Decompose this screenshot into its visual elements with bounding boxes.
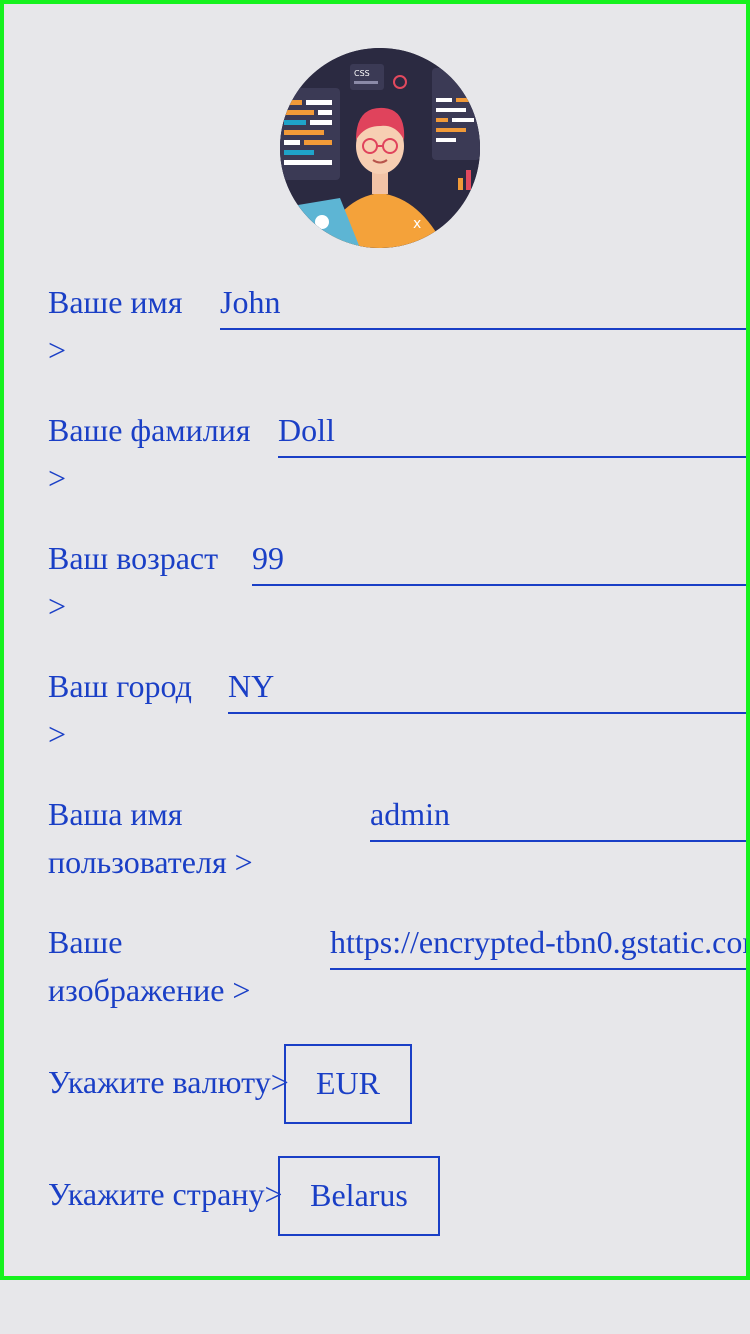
city-value: NY [228, 668, 275, 704]
age-label: Ваш возраст > [48, 534, 218, 630]
developer-avatar-icon[interactable]: CSS x [280, 48, 480, 248]
country-label: Укажите страну> [48, 1176, 283, 1212]
first-name-input[interactable]: John [220, 280, 746, 330]
country-value: Belarus [310, 1177, 408, 1213]
age-label-text: Ваш возраст [48, 540, 219, 576]
last-name-label-text: Ваше фамилия [48, 412, 251, 448]
username-label-line1: Ваша имя [48, 796, 183, 832]
city-arrow: > [48, 716, 67, 752]
profile-form-frame: CSS x Ваше имя > John Ваше фамилия > Dol… [0, 0, 750, 1280]
last-name-value: Doll [278, 412, 335, 448]
image-url-input[interactable]: https://encrypted-tbn0.gstatic.com [330, 920, 750, 970]
svg-text:x: x [413, 216, 421, 232]
city-input[interactable]: NY [228, 664, 746, 714]
first-name-value: John [220, 284, 281, 320]
currency-label: Укажите валюту> [48, 1064, 289, 1100]
image-url-label-line2: изображение > [48, 972, 251, 1008]
username-label: Ваша имя пользователя > [48, 790, 253, 886]
image-url-value: https://encrypted-tbn0.gstatic.com [330, 924, 750, 960]
last-name-label: Ваше фамилия > [48, 406, 251, 502]
age-value: 99 [252, 540, 284, 576]
username-input[interactable]: admin [370, 792, 746, 842]
image-url-label: Ваше изображение > [48, 918, 250, 1014]
country-select[interactable]: Belarus [278, 1156, 440, 1236]
image-url-label-line1: Ваше [48, 924, 123, 960]
age-input[interactable]: 99 [252, 536, 746, 586]
svg-text:CSS: CSS [354, 69, 370, 78]
first-name-label: Ваше имя > [48, 278, 182, 374]
username-label-line2: пользователя > [48, 844, 253, 880]
currency-value: EUR [316, 1065, 380, 1101]
city-label-text: Ваш город [48, 668, 192, 704]
username-value: admin [370, 796, 450, 832]
currency-select[interactable]: EUR [284, 1044, 412, 1124]
city-label: Ваш город > [48, 662, 192, 758]
last-name-arrow: > [48, 460, 67, 496]
last-name-input[interactable]: Doll [278, 408, 746, 458]
first-name-label-text: Ваше имя [48, 284, 183, 320]
age-arrow: > [48, 588, 67, 624]
first-name-arrow: > [48, 332, 67, 368]
